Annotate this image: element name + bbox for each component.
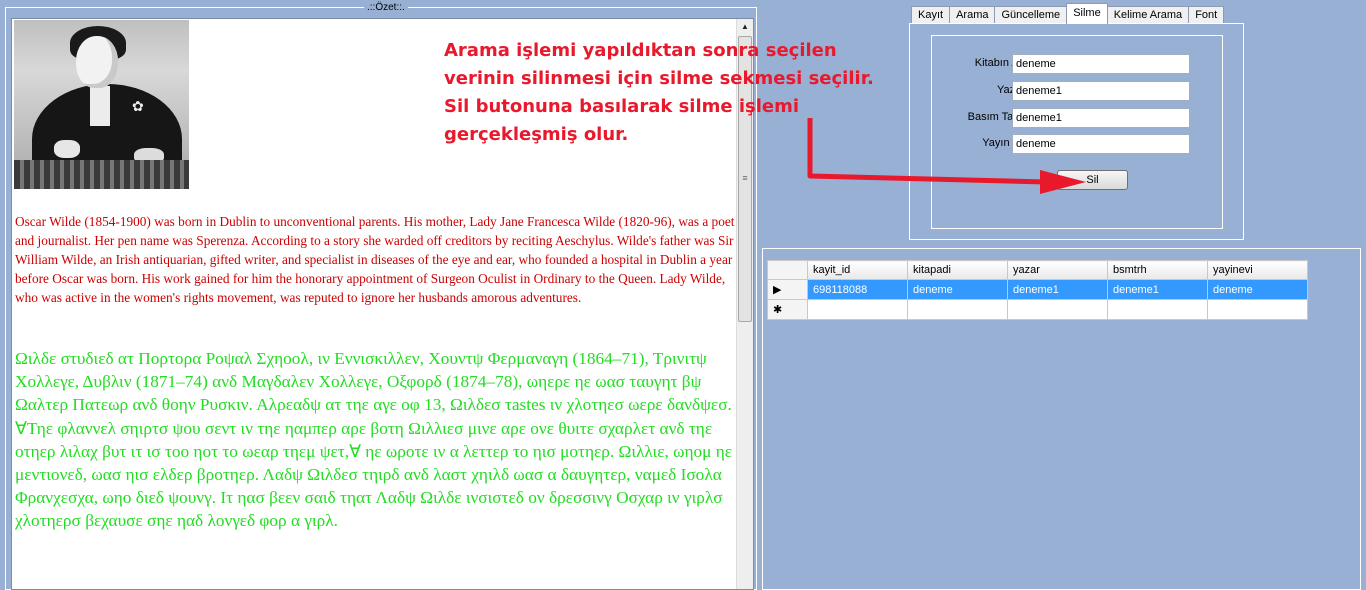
- cell-yayinevi[interactable]: deneme: [1207, 279, 1308, 300]
- instruction-annotation: Arama işlemi yapıldıktan sonra seçilen v…: [444, 37, 884, 149]
- annotation-line-1: Arama işlemi yapıldıktan sonra seçilen: [444, 40, 837, 61]
- tab-guncelleme[interactable]: Güncelleme: [994, 6, 1068, 24]
- new-cell[interactable]: [807, 299, 908, 320]
- annotation-line-3: Sil butonuna basılarak silme işlemi: [444, 96, 800, 117]
- column-header-kitapadi[interactable]: kitapadi: [907, 260, 1008, 280]
- yayin-evi-row: Yayın Evi:: [932, 134, 1222, 154]
- new-cell[interactable]: [1107, 299, 1208, 320]
- grid-header-row: kayit_id kitapadi yazar bsmtrh yayinevi: [767, 260, 1308, 280]
- cell-yazar[interactable]: deneme1: [1007, 279, 1108, 300]
- basim-tarihi-field[interactable]: [1012, 108, 1190, 128]
- new-row[interactable]: ✱: [767, 299, 1308, 320]
- tab-kayit[interactable]: Kayıt: [911, 6, 951, 24]
- table-row[interactable]: ▶ 698118088 deneme deneme1 deneme1 denem…: [767, 279, 1308, 300]
- tab-strip: Kayıt Arama Güncelleme Silme Kelime Aram…: [911, 3, 1225, 24]
- results-grid[interactable]: kayit_id kitapadi yazar bsmtrh yayinevi …: [767, 260, 1308, 320]
- yazar-row: Yazarı:: [932, 81, 1222, 101]
- delete-form-group: Kitabın Adı: Yazarı: Basım Tarihi: Yayın…: [931, 35, 1223, 229]
- new-cell[interactable]: [907, 299, 1008, 320]
- column-header-yazar[interactable]: yazar: [1007, 260, 1108, 280]
- row-header-corner: [767, 260, 808, 280]
- silme-tab-panel: Kitabın Adı: Yazarı: Basım Tarihi: Yayın…: [909, 23, 1244, 240]
- column-header-yayinevi[interactable]: yayinevi: [1207, 260, 1308, 280]
- sil-button[interactable]: Sil: [1057, 170, 1128, 190]
- cell-kayit-id[interactable]: 698118088: [807, 279, 908, 300]
- new-cell[interactable]: [1007, 299, 1108, 320]
- scroll-up-arrow-icon[interactable]: ▲: [737, 19, 753, 35]
- tab-silme[interactable]: Silme: [1066, 3, 1108, 24]
- results-grid-panel: kayit_id kitapadi yazar bsmtrh yayinevi …: [762, 248, 1361, 590]
- column-header-bsmtrh[interactable]: bsmtrh: [1107, 260, 1208, 280]
- new-row-indicator-icon[interactable]: ✱: [767, 299, 808, 320]
- basim-tarihi-row: Basım Tarihi:: [932, 108, 1222, 128]
- cell-bsmtrh[interactable]: deneme1: [1107, 279, 1208, 300]
- kitap-adi-field[interactable]: [1012, 54, 1190, 74]
- annotation-line-4: gerçekleşmiş olur.: [444, 124, 629, 145]
- grip-icon: ≡: [742, 173, 748, 183]
- new-cell[interactable]: [1207, 299, 1308, 320]
- tab-kelime-arama[interactable]: Kelime Arama: [1106, 6, 1190, 24]
- tab-arama[interactable]: Arama: [949, 6, 996, 24]
- ozet-group-title: .::Özet::.: [364, 1, 408, 14]
- yayin-evi-field[interactable]: [1012, 134, 1190, 154]
- author-portrait-image: ✿: [14, 20, 189, 189]
- current-row-indicator-icon[interactable]: ▶: [767, 279, 808, 300]
- kitap-adi-row: Kitabın Adı:: [932, 54, 1222, 74]
- biography-greek-font-text: Ωιλδε στυδιεδ ατ Πορτορα Ροψαλ Σχηοολ, ι…: [15, 349, 733, 531]
- biography-english-text: Oscar Wilde (1854-1900) was born in Dubl…: [15, 214, 735, 305]
- annotation-line-2: verinin silinmesi için silme sekmesi seç…: [444, 68, 874, 89]
- column-header-kayit-id[interactable]: kayit_id: [807, 260, 908, 280]
- tab-font[interactable]: Font: [1188, 6, 1225, 24]
- yazar-field[interactable]: [1012, 81, 1190, 101]
- cell-kitapadi[interactable]: deneme: [907, 279, 1008, 300]
